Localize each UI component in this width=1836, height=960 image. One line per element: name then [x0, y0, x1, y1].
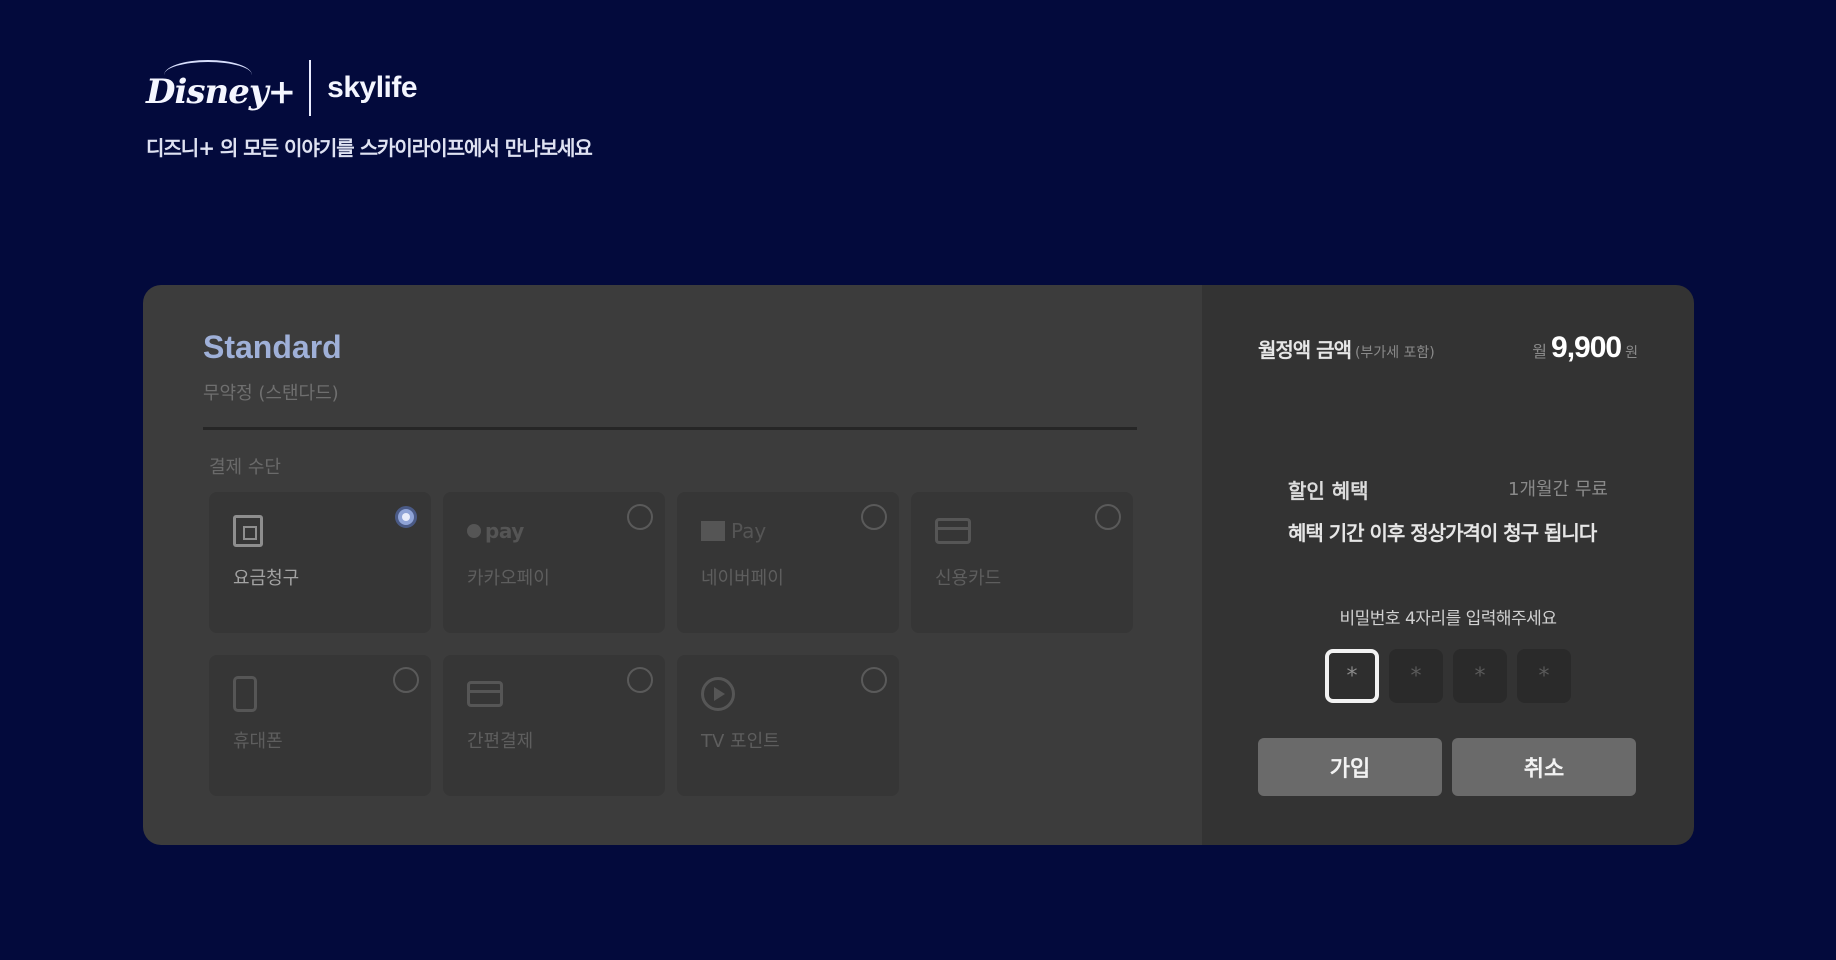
kakaopay-icon: pay — [467, 514, 524, 548]
credit-card-icon — [935, 514, 971, 548]
pin-digit-3[interactable]: * — [1453, 649, 1507, 703]
discount-label: 할인 혜택 — [1288, 479, 1369, 503]
pin-label: 비밀번호 4자리를 입력해주세요 — [1339, 609, 1557, 629]
payment-option-label: 간편결제 — [467, 731, 534, 752]
radio-button[interactable] — [627, 667, 653, 693]
summary-panel: 월정액 금액 (부가세 포함) 월 9,900 원 할인 혜택 1개월간 무료 … — [1202, 285, 1694, 845]
payment-method-label: 결제 수단 — [209, 457, 281, 478]
page-header: Disney+ skylife 디즈니+ 의 모든 이야기를 스카이라이프에서 … — [146, 56, 593, 161]
payment-option-label: 신용카드 — [935, 568, 1002, 589]
payment-option-bill[interactable]: 요금청구 — [209, 492, 431, 633]
bill-icon — [233, 514, 263, 548]
skylife-logo: skylife — [327, 71, 418, 104]
price-unit: 원 — [1625, 345, 1638, 361]
price-prefix: 월 — [1532, 342, 1548, 361]
pin-digit-1[interactable]: * — [1325, 649, 1379, 703]
naverpay-icon-text: Pay — [731, 519, 767, 543]
radio-button[interactable] — [393, 667, 419, 693]
discount-row: 할인 혜택 1개월간 무료 — [1288, 475, 1608, 504]
discount-value: 1개월간 무료 — [1508, 479, 1608, 500]
logo-arc — [164, 60, 252, 90]
payment-option-tv-point[interactable]: TV 포인트 — [677, 655, 899, 796]
disney-plus-logo: Disney+ — [146, 60, 296, 112]
plan-title: Standard — [203, 329, 342, 365]
price-label: 월정액 금액 — [1258, 338, 1352, 362]
pin-digit-2[interactable]: * — [1389, 649, 1443, 703]
payment-option-label: TV 포인트 — [701, 731, 780, 752]
discount-note: 혜택 기간 이후 정상가격이 청구 됩니다 — [1288, 521, 1597, 545]
brand-logos: Disney+ skylife — [146, 56, 592, 120]
payment-option-credit-card[interactable]: 신용카드 — [911, 492, 1133, 633]
brand-divider — [309, 60, 312, 116]
radio-button[interactable] — [861, 504, 887, 530]
radio-button[interactable] — [861, 667, 887, 693]
kakaopay-icon-text: pay — [485, 519, 524, 543]
price-note: (부가세 포함) — [1354, 345, 1435, 361]
radio-button[interactable] — [1095, 504, 1121, 530]
phone-icon — [233, 676, 257, 712]
payment-option-label: 네이버페이 — [701, 568, 784, 589]
naverpay-icon: Pay — [701, 514, 766, 548]
monthly-price-row: 월정액 금액 (부가세 포함) 월 9,900 원 — [1258, 331, 1638, 365]
subscription-dialog: Standard 무약정 (스탠다드) 결제 수단 요금청구 pay 카카오페이… — [143, 285, 1694, 845]
tv-point-icon — [701, 677, 735, 711]
price: 월 9,900 원 — [1532, 331, 1638, 365]
plan-subtitle: 무약정 (스탠다드) — [203, 383, 339, 404]
divider — [203, 427, 1137, 430]
payment-method-grid: 요금청구 pay 카카오페이 Pay 네이버페이 신용카드 휴대폰 간편결제 T… — [209, 492, 1133, 796]
pin-input: * * * * — [1202, 649, 1694, 703]
payment-option-phone[interactable]: 휴대폰 — [209, 655, 431, 796]
price-value: 9,900 — [1551, 331, 1622, 364]
plan-panel: Standard 무약정 (스탠다드) 결제 수단 요금청구 pay 카카오페이… — [143, 285, 1202, 845]
tagline: 디즈니+ 의 모든 이야기를 스카이라이프에서 만나보세요 — [146, 136, 593, 160]
pin-digit-4[interactable]: * — [1517, 649, 1571, 703]
payment-option-label: 휴대폰 — [233, 731, 283, 752]
payment-option-easy-pay[interactable]: 간편결제 — [443, 655, 665, 796]
payment-option-kakaopay[interactable]: pay 카카오페이 — [443, 492, 665, 633]
payment-option-naverpay[interactable]: Pay 네이버페이 — [677, 492, 899, 633]
payment-option-label: 카카오페이 — [467, 568, 550, 589]
cancel-button[interactable]: 취소 — [1452, 738, 1636, 796]
payment-option-label: 요금청구 — [233, 568, 300, 589]
card-icon — [467, 677, 503, 711]
action-buttons: 가입 취소 — [1258, 738, 1636, 796]
radio-button[interactable] — [627, 504, 653, 530]
join-button[interactable]: 가입 — [1258, 738, 1442, 796]
radio-button[interactable] — [395, 506, 417, 528]
